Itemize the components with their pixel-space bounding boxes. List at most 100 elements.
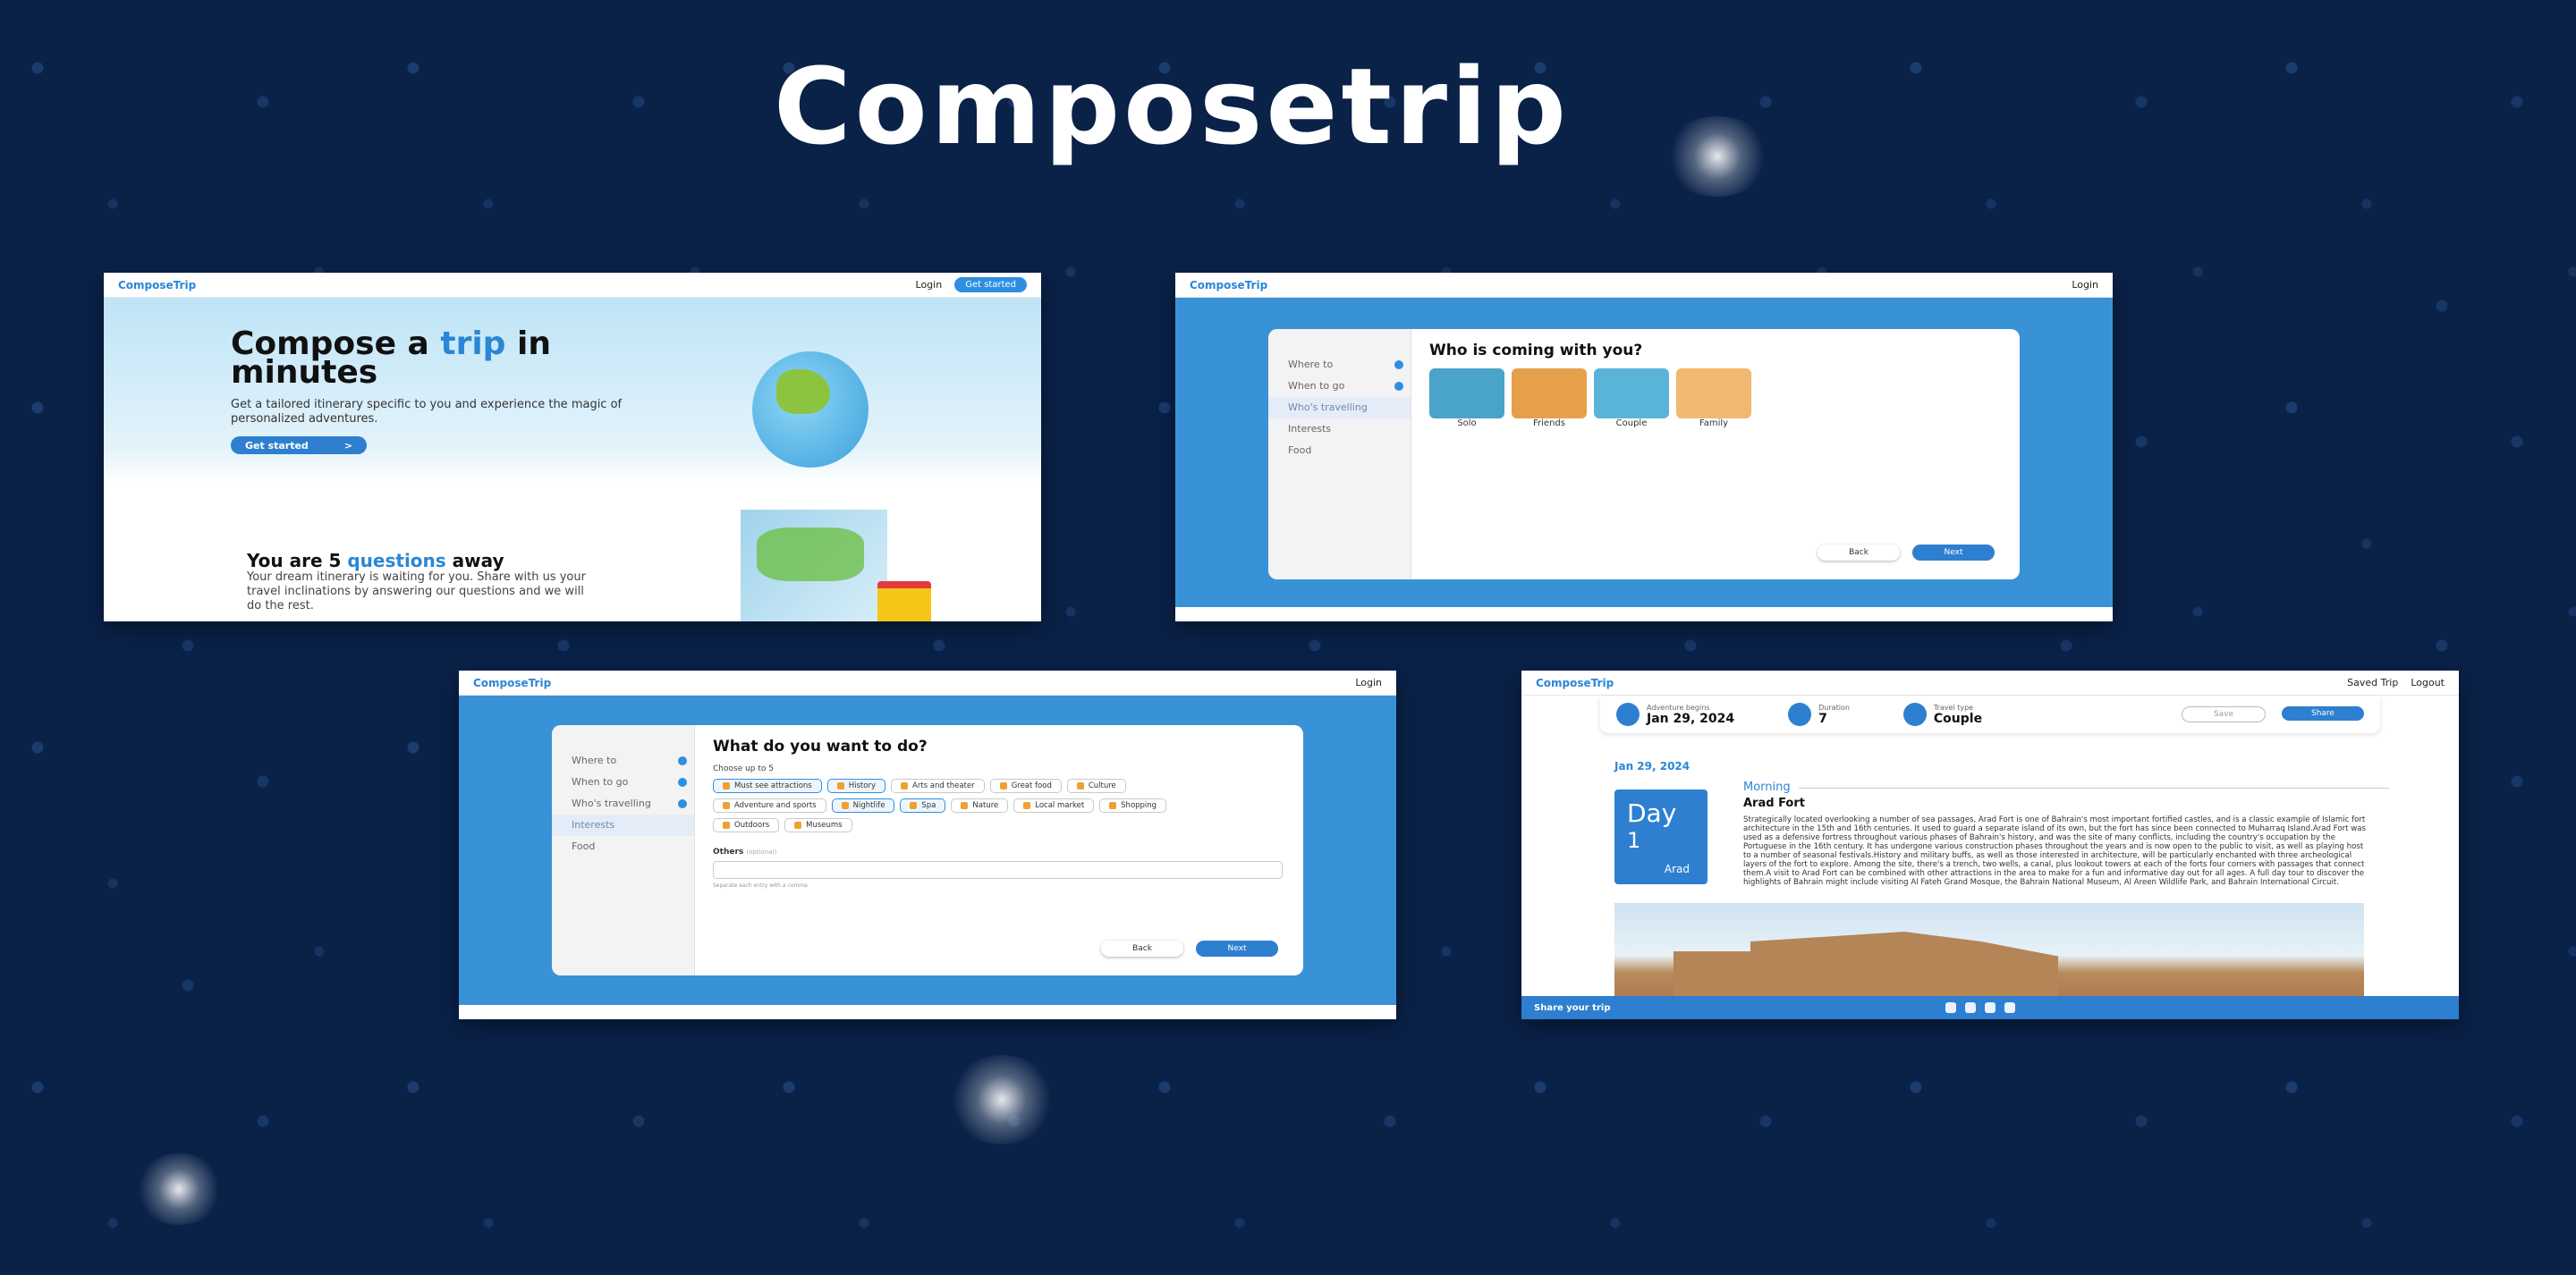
chip-local-market[interactable]: Local market bbox=[1013, 798, 1095, 813]
interest-chips: Must see attractions History Arts and th… bbox=[713, 779, 1214, 832]
step-label: Who's travelling bbox=[572, 798, 651, 809]
brand-logo[interactable]: ComposeTrip bbox=[473, 677, 551, 689]
next-button[interactable]: Next bbox=[1196, 941, 1278, 957]
chip-adventure[interactable]: Adventure and sports bbox=[713, 798, 826, 813]
chip-label: Adventure and sports bbox=[734, 801, 817, 810]
chip-label: Arts and theater bbox=[912, 781, 975, 790]
step-whos-travelling[interactable]: Who's travelling bbox=[1268, 397, 1411, 418]
hero-title-highlight: trip bbox=[440, 325, 506, 362]
check-icon bbox=[678, 778, 687, 787]
chip-great-food[interactable]: Great food bbox=[989, 779, 1062, 793]
chip-spa[interactable]: Spa bbox=[900, 798, 946, 813]
others-input[interactable] bbox=[713, 861, 1283, 879]
option-friends[interactable]: Friends bbox=[1512, 368, 1587, 428]
background bbox=[0, 0, 2576, 1275]
place-description: Strategically located overlooking a numb… bbox=[1743, 815, 2366, 887]
brand-logo[interactable]: ComposeTrip bbox=[118, 279, 196, 291]
next-button[interactable]: Next bbox=[1912, 545, 1995, 561]
chip-outdoors[interactable]: Outdoors bbox=[713, 818, 780, 832]
step-when-to-go[interactable]: When to go bbox=[552, 772, 694, 793]
arts-icon bbox=[901, 782, 908, 789]
family-image bbox=[1676, 368, 1751, 418]
step-interests[interactable]: Interests bbox=[1268, 418, 1411, 440]
top-nav: ComposeTrip Login bbox=[1175, 273, 2113, 298]
get-started-button[interactable]: Get started > bbox=[231, 436, 367, 454]
step-food[interactable]: Food bbox=[1268, 440, 1411, 461]
share-bar-label: Share your trip bbox=[1534, 1002, 1611, 1013]
traveller-options: Solo Friends Couple Family bbox=[1429, 368, 1751, 428]
option-couple[interactable]: Couple bbox=[1594, 368, 1669, 428]
option-solo[interactable]: Solo bbox=[1429, 368, 1504, 428]
nature-icon bbox=[961, 802, 969, 809]
step-where-to[interactable]: Where to bbox=[1268, 354, 1411, 376]
mail-icon[interactable] bbox=[1945, 1002, 1956, 1013]
step-where-to[interactable]: Where to bbox=[552, 750, 694, 772]
day-label: Day bbox=[1627, 798, 1677, 828]
step-food[interactable]: Food bbox=[552, 836, 694, 857]
step-label: Food bbox=[572, 840, 596, 852]
get-started-nav-button[interactable]: Get started bbox=[954, 277, 1027, 292]
chip-culture[interactable]: Culture bbox=[1066, 779, 1126, 793]
share-bar: Share your trip bbox=[1521, 996, 2459, 1019]
step-label: Where to bbox=[1288, 359, 1334, 370]
market-icon bbox=[1023, 802, 1031, 809]
optional-tag: (optional) bbox=[746, 849, 777, 856]
chip-history[interactable]: History bbox=[826, 779, 886, 793]
questions-title-part1: You are 5 bbox=[247, 550, 348, 571]
chip-label: Outdoors bbox=[734, 821, 770, 830]
questions-title: You are 5 questions away bbox=[247, 550, 504, 571]
share-button[interactable]: Share bbox=[2282, 706, 2364, 721]
top-nav: ComposeTrip Login Get started bbox=[104, 273, 1041, 298]
question-title: What do you want to do? bbox=[713, 738, 928, 756]
day-city: Arad bbox=[1664, 863, 1690, 875]
back-button[interactable]: Back bbox=[1818, 545, 1900, 561]
back-button[interactable]: Back bbox=[1101, 941, 1183, 957]
wizard-steps: Where to When to go Who's travelling Int… bbox=[552, 725, 695, 975]
itinerary-date: Jan 29, 2024 bbox=[1614, 760, 1690, 773]
clock-icon bbox=[1788, 703, 1812, 726]
login-link[interactable]: Login bbox=[916, 279, 943, 291]
chip-arts[interactable]: Arts and theater bbox=[891, 779, 985, 793]
step-label: Interests bbox=[1288, 423, 1332, 435]
info-label: Duration bbox=[1818, 703, 1850, 712]
info-type: Travel type Couple bbox=[1902, 703, 1983, 726]
chip-nightlife[interactable]: Nightlife bbox=[831, 798, 895, 813]
travellers-screenshot: ComposeTrip Login Where to When to go Wh… bbox=[1175, 273, 2113, 621]
chip-label: Nature bbox=[972, 801, 999, 810]
info-value: Couple bbox=[1933, 711, 1983, 726]
others-title: Others bbox=[713, 848, 744, 857]
interests-screenshot: ComposeTrip Login Where to When to go Wh… bbox=[459, 671, 1396, 1019]
chip-must-see[interactable]: Must see attractions bbox=[713, 779, 822, 793]
chip-label: Museums bbox=[806, 821, 843, 830]
login-link[interactable]: Login bbox=[1355, 677, 1382, 688]
itinerary-screenshot: ComposeTrip Saved Trip Logout Adventure … bbox=[1521, 671, 2459, 1019]
step-interests[interactable]: Interests bbox=[552, 815, 694, 836]
questions-title-highlight: questions bbox=[347, 550, 446, 571]
chat-icon[interactable] bbox=[1965, 1002, 1976, 1013]
saved-trip-link[interactable]: Saved Trip bbox=[2347, 677, 2398, 688]
step-when-to-go[interactable]: When to go bbox=[1268, 376, 1411, 397]
brand-logo[interactable]: ComposeTrip bbox=[1190, 279, 1267, 291]
brand-logo[interactable]: ComposeTrip bbox=[1536, 677, 1614, 689]
login-link[interactable]: Login bbox=[2072, 279, 2098, 291]
chip-label: Must see attractions bbox=[734, 781, 812, 790]
day-box: Day 1 Arad bbox=[1614, 789, 1707, 884]
facebook-icon[interactable] bbox=[1985, 1002, 1996, 1013]
logout-link[interactable]: Logout bbox=[2411, 677, 2445, 688]
save-button[interactable]: Save bbox=[2182, 706, 2266, 722]
hero-title: Compose a trip in minutes bbox=[231, 328, 651, 389]
option-family[interactable]: Family bbox=[1676, 368, 1751, 428]
step-whos-travelling[interactable]: Who's travelling bbox=[552, 793, 694, 815]
info-duration: Duration 7 bbox=[1788, 703, 1850, 726]
arrow-right-icon: > bbox=[343, 439, 353, 452]
step-label: Who's travelling bbox=[1288, 401, 1368, 413]
chip-museums[interactable]: Museums bbox=[784, 818, 852, 832]
info-value: 7 bbox=[1818, 711, 1827, 726]
chip-label: Spa bbox=[921, 801, 936, 810]
museum-icon bbox=[794, 822, 802, 829]
whatsapp-icon[interactable] bbox=[2004, 1002, 2015, 1013]
chip-nature[interactable]: Nature bbox=[951, 798, 1009, 813]
check-icon bbox=[678, 799, 687, 808]
chip-shopping[interactable]: Shopping bbox=[1099, 798, 1167, 813]
friends-image bbox=[1512, 368, 1587, 418]
